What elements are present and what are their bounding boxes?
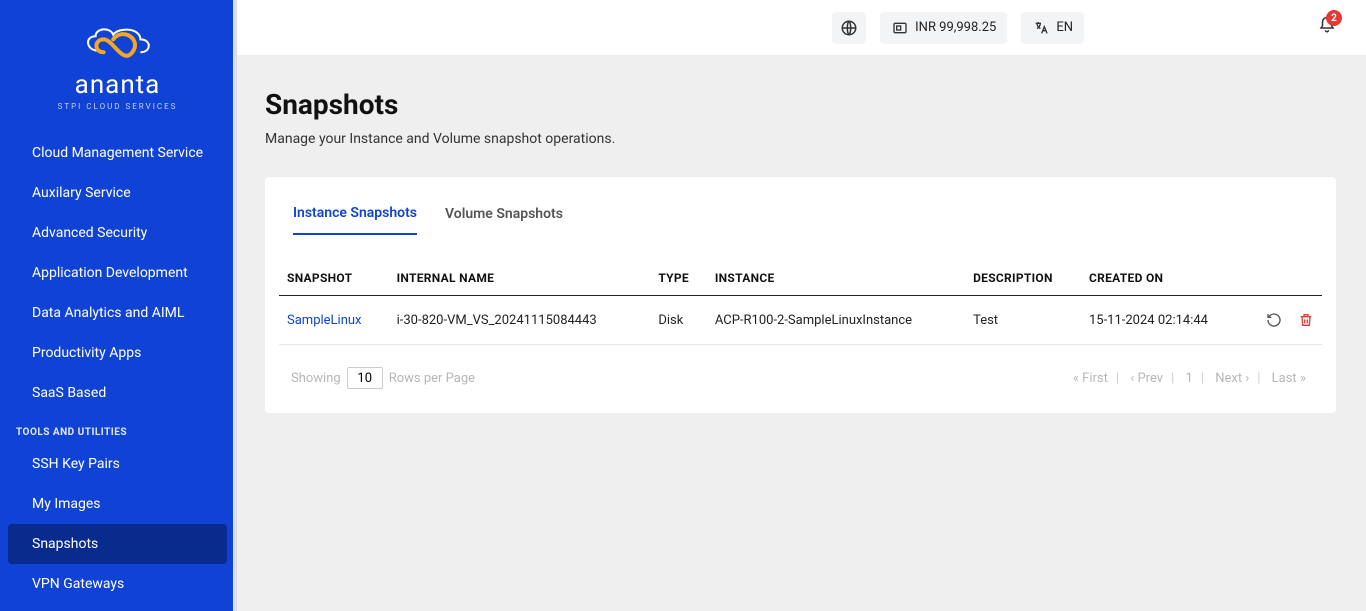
col-created-on: CREATED ON (1081, 261, 1244, 296)
page-prev[interactable]: ‹ Prev (1126, 371, 1167, 386)
snapshots-table: SNAPSHOT INTERNAL NAME TYPE INSTANCE DES… (279, 261, 1322, 345)
main: INR 99,998.25 EN 2 Snapshots Manage your… (235, 0, 1366, 611)
sidebar-item-auxilary[interactable]: Auxilary Service (0, 173, 235, 213)
page-current: 1 (1181, 371, 1196, 386)
sidebar-section-tools: TOOLS AND UTILITIES (0, 413, 235, 444)
brand-tagline: STPI CLOUD SERVICES (58, 102, 178, 111)
col-internal-name: INTERNAL NAME (389, 261, 651, 296)
page-next[interactable]: Next › (1211, 371, 1253, 386)
sidebar-item-productivity-apps[interactable]: Productivity Apps (0, 333, 235, 373)
content: Snapshots Manage your Instance and Volum… (235, 56, 1366, 445)
cell-instance: ACP-R100-2-SampleLinuxInstance (707, 296, 965, 345)
cell-type: Disk (650, 296, 707, 345)
page-last[interactable]: Last » (1268, 371, 1310, 386)
restore-icon[interactable] (1266, 312, 1282, 328)
sidebar-item-my-images[interactable]: My Images (0, 484, 235, 524)
page-description: Manage your Instance and Volume snapshot… (265, 131, 1336, 147)
wallet-icon (891, 19, 909, 37)
notification-badge: 2 (1326, 10, 1342, 26)
snapshot-link[interactable]: SampleLinux (287, 313, 362, 328)
cloud-infinity-icon (78, 20, 158, 62)
topbar: INR 99,998.25 EN 2 (235, 0, 1366, 56)
col-snapshot: SNAPSHOT (279, 261, 389, 296)
translate-icon (1032, 19, 1050, 37)
sidebar-item-vpn-gateways[interactable]: VPN Gateways (0, 564, 235, 604)
language-code: EN (1056, 20, 1073, 35)
balance-amount: INR 99,998.25 (915, 20, 996, 35)
table-row: SampleLinux i-30-820-VM_VS_2024111508444… (279, 296, 1322, 345)
brand-name: ananta (58, 70, 178, 100)
tab-volume-snapshots[interactable]: Volume Snapshots (445, 195, 563, 235)
sidebar-item-advanced-security[interactable]: Advanced Security (0, 213, 235, 253)
rows-per-page-label: Rows per Page (389, 371, 475, 386)
showing-label: Showing (291, 371, 341, 386)
logo: ananta STPI CLOUD SERVICES (0, 10, 235, 133)
sidebar: ananta STPI CLOUD SERVICES Cloud Managem… (0, 0, 235, 611)
col-description: DESCRIPTION (965, 261, 1081, 296)
tabs: Instance Snapshots Volume Snapshots (279, 195, 1322, 235)
snapshots-card: Instance Snapshots Volume Snapshots SNAP… (265, 177, 1336, 413)
col-instance: INSTANCE (707, 261, 965, 296)
rows-per-page-input[interactable] (347, 367, 383, 389)
sidebar-item-cloud-management[interactable]: Cloud Management Service (0, 133, 235, 173)
language-button[interactable]: EN (1021, 12, 1084, 44)
globe-button[interactable] (832, 12, 866, 44)
page-title: Snapshots (265, 88, 1336, 121)
sidebar-item-ssh-key-pairs[interactable]: SSH Key Pairs (0, 444, 235, 484)
cell-description: Test (965, 296, 1081, 345)
col-actions (1244, 261, 1322, 296)
cell-internal: i-30-820-VM_VS_20241115084443 (389, 296, 651, 345)
sidebar-item-application-development[interactable]: Application Development (0, 253, 235, 293)
balance-button[interactable]: INR 99,998.25 (880, 12, 1007, 44)
sidebar-item-saas-based[interactable]: SaaS Based (0, 373, 235, 413)
cell-created: 15-11-2024 02:14:44 (1081, 296, 1244, 345)
globe-icon (840, 19, 858, 37)
pagination: Showing Rows per Page « First| ‹ Prev| 1… (279, 367, 1322, 389)
delete-icon[interactable] (1298, 312, 1314, 328)
notifications-button[interactable]: 2 (1312, 10, 1342, 45)
sidebar-item-snapshots[interactable]: Snapshots (8, 524, 227, 564)
page-first[interactable]: « First (1069, 371, 1112, 386)
tab-instance-snapshots[interactable]: Instance Snapshots (293, 195, 417, 235)
col-type: TYPE (650, 261, 707, 296)
sidebar-item-data-analytics[interactable]: Data Analytics and AIML (0, 293, 235, 333)
sidebar-resize-handle[interactable] (233, 0, 237, 611)
